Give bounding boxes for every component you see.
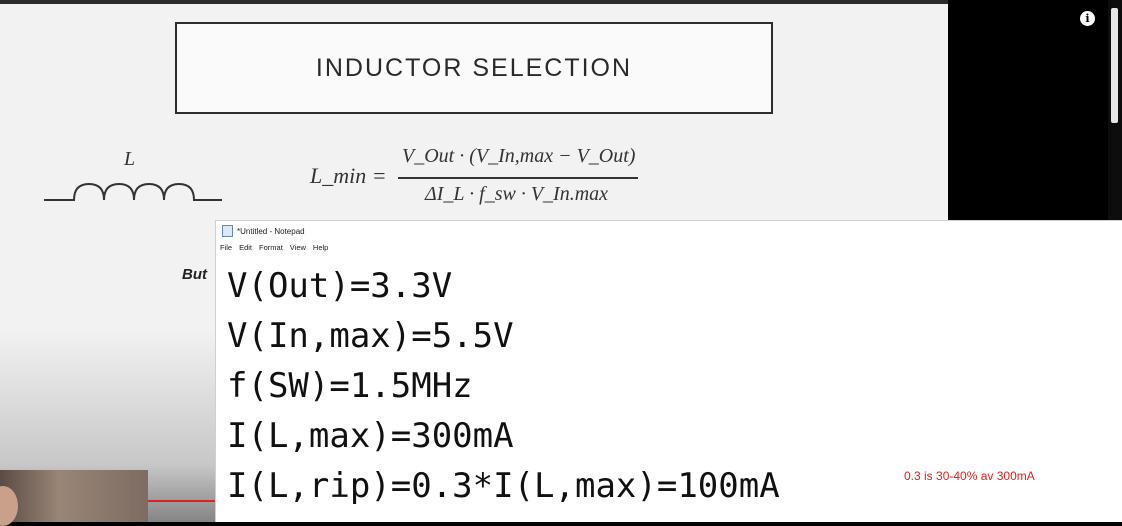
menu-file[interactable]: File [220, 243, 232, 252]
top-strip [0, 0, 948, 4]
text-line-vout: V(Out)=3.3V [227, 266, 453, 306]
fraction-bar [398, 177, 638, 179]
presenter-face [0, 486, 18, 526]
info-icon[interactable]: i [1080, 11, 1095, 26]
menu-help[interactable]: Help [313, 243, 328, 252]
menu-view[interactable]: View [290, 243, 306, 252]
slide-partial-text: But [182, 266, 207, 283]
notepad-title: *Untitled - Notepad [237, 226, 305, 236]
notepad-titlebar[interactable]: *Untitled - Notepad [216, 221, 1122, 241]
red-pointer-line [148, 500, 218, 502]
formula-denominator: ΔI_L · f_sw · V_In.max [425, 183, 609, 205]
formula-numerator: V_Out · (V_In,max − V_Out) [402, 145, 636, 167]
red-annotation: 0.3 is 30-40% av 300mA [904, 469, 1035, 483]
notepad-text-area[interactable]: V(Out)=3.3V V(In,max)=5.5V f(SW)=1.5MHz … [227, 261, 780, 511]
slide-title-box: INDUCTOR SELECTION [175, 22, 773, 114]
notepad-menubar: File Edit Format View Help [216, 241, 1122, 253]
text-line-fsw: f(SW)=1.5MHz [227, 366, 473, 406]
scrollbar-thumb[interactable] [1111, 8, 1118, 123]
text-line-vin-max: V(In,max)=5.5V [227, 316, 514, 356]
text-line-il-max: I(L,max)=300mA [227, 416, 514, 456]
formula-lhs: L_min = [310, 163, 387, 188]
notepad-icon [222, 225, 233, 237]
menu-format[interactable]: Format [259, 243, 283, 252]
inductor-label: L [124, 148, 136, 170]
notepad-window: *Untitled - Notepad File Edit Format Vie… [215, 220, 1122, 522]
slide-title: INDUCTOR SELECTION [315, 53, 633, 82]
text-line-il-rip: I(L,rip)=0.3*I(L,max)=100mA [227, 466, 780, 506]
webcam-overlay [0, 470, 148, 526]
menu-edit[interactable]: Edit [239, 243, 252, 252]
inductor-symbol-icon [44, 182, 222, 201]
